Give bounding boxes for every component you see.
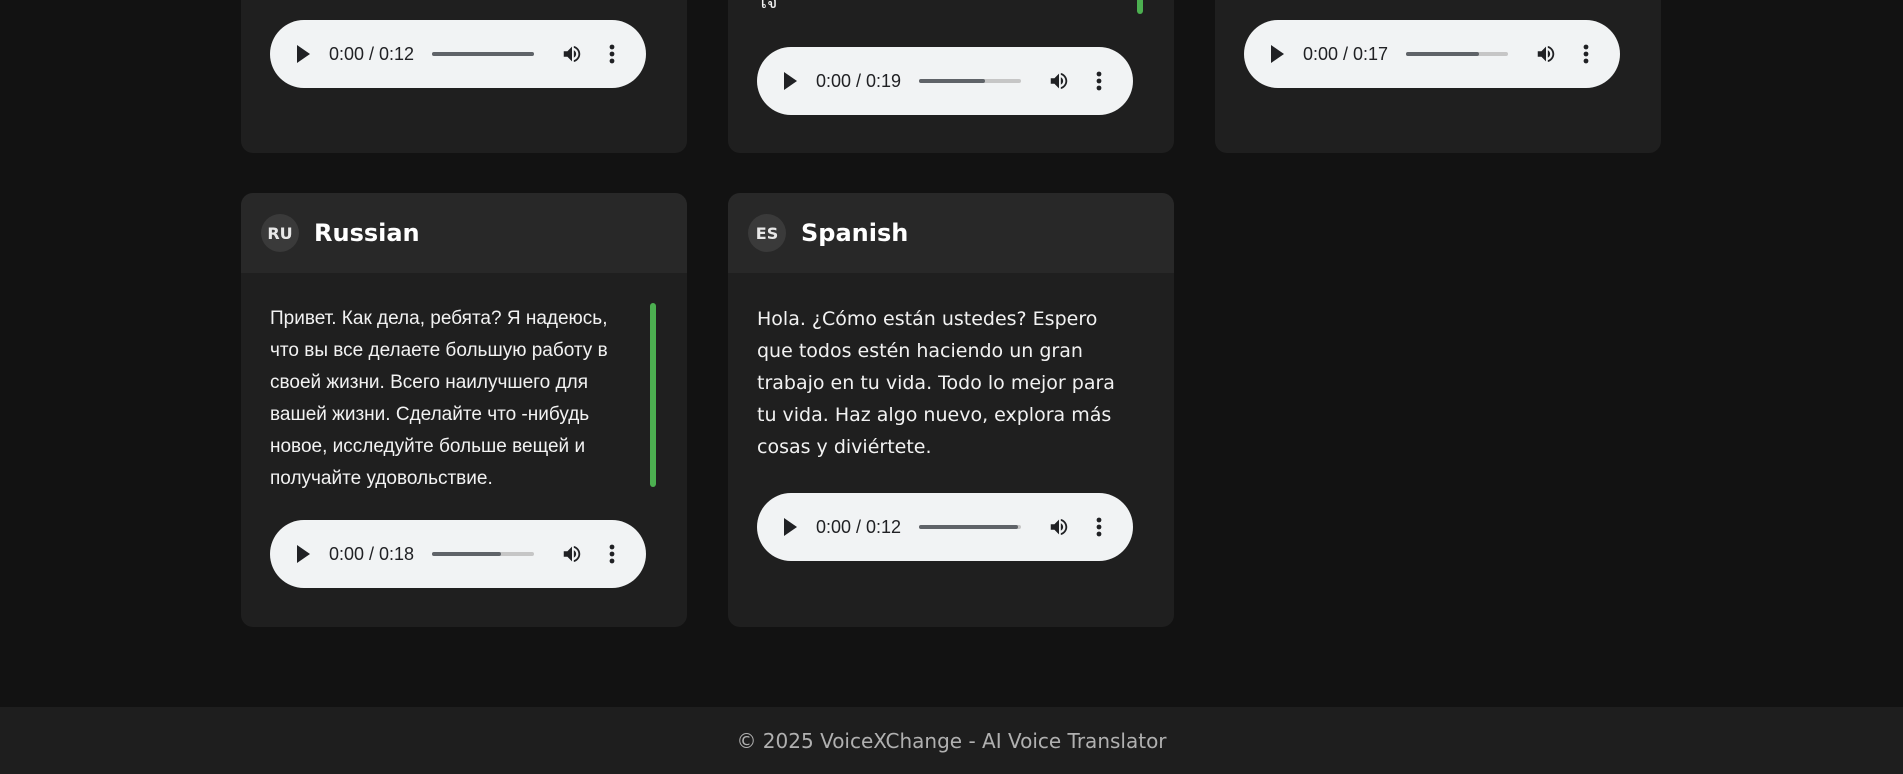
- translation-card-spanish: ES Spanish Hola. ¿Cómo están ustedes? Es…: [728, 193, 1174, 627]
- audio-player[interactable]: 0:00 / 0:19: [757, 47, 1133, 115]
- audio-time: 0:00 / 0:18: [329, 543, 415, 564]
- audio-player[interactable]: 0:00 / 0:18: [270, 520, 646, 588]
- volume-icon[interactable]: [560, 43, 584, 65]
- text-scrollbar[interactable]: [650, 303, 656, 487]
- audio-time: 0:00 / 0:12: [329, 43, 415, 64]
- translation-card: 0:00 / 0:12: [241, 0, 687, 153]
- volume-icon[interactable]: [1047, 70, 1071, 92]
- more-options-icon[interactable]: [1095, 516, 1103, 538]
- more-options-icon[interactable]: [1095, 70, 1103, 92]
- play-icon[interactable]: [784, 518, 797, 536]
- audio-progress-slider[interactable]: [432, 552, 534, 556]
- volume-icon[interactable]: [1534, 43, 1558, 65]
- page-footer: © 2025 VoiceXChange - AI Voice Translato…: [0, 707, 1903, 774]
- translated-text: Привет. Как дела, ребята? Я надеюсь, что…: [270, 308, 608, 489]
- card-text-fragment: ใจ: [757, 0, 778, 13]
- audio-player[interactable]: 0:00 / 0:17: [1244, 20, 1620, 88]
- play-icon[interactable]: [784, 72, 797, 90]
- audio-player[interactable]: 0:00 / 0:12: [270, 20, 646, 88]
- audio-progress-slider[interactable]: [919, 525, 1021, 529]
- text-scrollbar[interactable]: [1137, 0, 1143, 14]
- language-code-badge: RU: [261, 214, 299, 252]
- audio-progress-slider[interactable]: [919, 79, 1021, 83]
- audio-progress-fill: [1406, 52, 1480, 56]
- translated-text: Hola. ¿Cómo están ustedes? Espero que to…: [757, 308, 1115, 458]
- audio-progress-slider[interactable]: [432, 52, 534, 56]
- card-header: RU Russian: [241, 193, 687, 273]
- translation-card: 0:00 / 0:17: [1215, 0, 1661, 153]
- more-options-icon[interactable]: [608, 43, 616, 65]
- volume-icon[interactable]: [1047, 516, 1071, 538]
- audio-progress-fill: [432, 552, 502, 556]
- audio-time: 0:00 / 0:19: [816, 70, 902, 91]
- translation-card: ใจ 0:00 / 0:19: [728, 0, 1174, 153]
- audio-progress-fill: [919, 525, 1018, 529]
- translation-card-russian: RU Russian Привет. Как дела, ребята? Я н…: [241, 193, 687, 627]
- more-options-icon[interactable]: [1582, 43, 1590, 65]
- card-header: ES Spanish: [728, 193, 1174, 273]
- language-title: Russian: [314, 219, 420, 247]
- audio-progress-slider[interactable]: [1406, 52, 1508, 56]
- play-icon[interactable]: [1271, 45, 1284, 63]
- volume-icon[interactable]: [560, 543, 584, 565]
- play-icon[interactable]: [297, 545, 310, 563]
- audio-progress-fill: [432, 52, 534, 56]
- language-code-badge: ES: [748, 214, 786, 252]
- audio-progress-fill: [919, 79, 986, 83]
- audio-time: 0:00 / 0:12: [816, 516, 902, 537]
- more-options-icon[interactable]: [608, 543, 616, 565]
- language-title: Spanish: [801, 219, 909, 247]
- audio-player[interactable]: 0:00 / 0:12: [757, 493, 1133, 561]
- play-icon[interactable]: [297, 45, 310, 63]
- footer-copyright: © 2025 VoiceXChange - AI Voice Translato…: [736, 728, 1167, 753]
- audio-time: 0:00 / 0:17: [1303, 43, 1389, 64]
